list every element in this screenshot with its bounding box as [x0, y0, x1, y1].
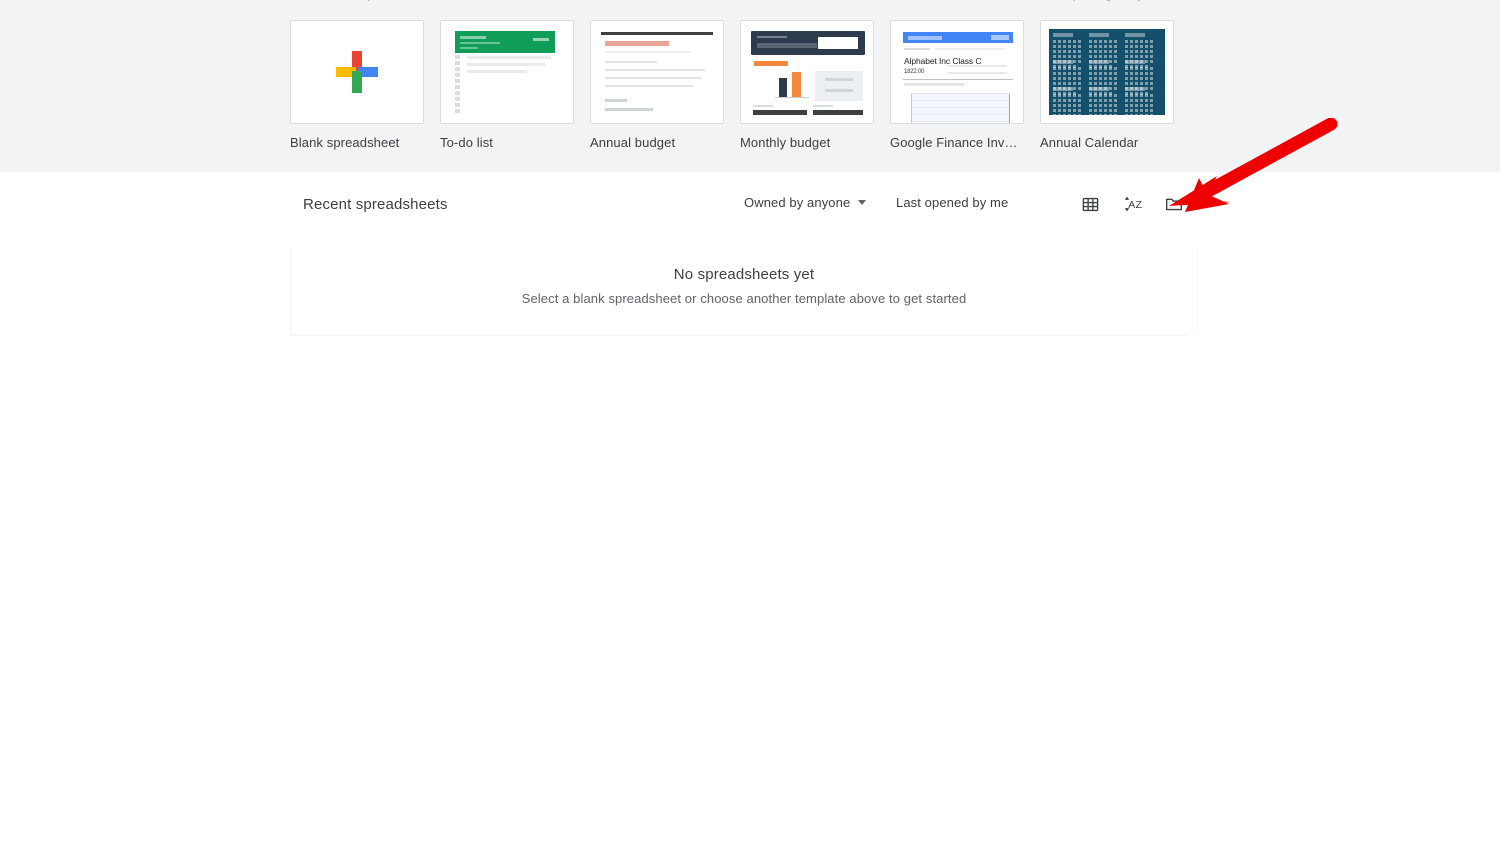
template-gallery-label[interactable]: Template gallery — [1048, 0, 1144, 1]
calendar-month-block — [1125, 60, 1157, 95]
todo-header-block — [455, 31, 555, 53]
template-card-annual-calendar[interactable]: Annual Calendar — [1040, 20, 1174, 150]
grid-view-icon[interactable] — [1074, 188, 1106, 220]
template-thumbnail-annual-calendar[interactable] — [1040, 20, 1174, 124]
recent-spreadsheets-title: Recent spreadsheets — [303, 196, 448, 213]
calendar-month-title — [1053, 33, 1073, 37]
calendar-month-title — [1053, 60, 1073, 64]
template-thumbnail-blank[interactable] — [290, 20, 424, 124]
calendar-month-title — [1089, 87, 1109, 91]
monthly-budget-foot-left — [753, 105, 807, 117]
template-label: Blank spreadsheet — [290, 135, 400, 150]
calendar-month-block — [1053, 60, 1085, 95]
svg-text:Z: Z — [1136, 200, 1142, 211]
template-band: Start a new spreadsheet Template gallery — [0, 0, 1500, 172]
annual-budget-footer — [605, 99, 665, 117]
finance-header-bar — [903, 32, 1013, 43]
start-new-spreadsheet-heading: Start a new spreadsheet — [290, 0, 433, 1]
template-thumbnail-monthly-budget[interactable] — [740, 20, 874, 124]
sheets-home-screen: Start a new spreadsheet Template gallery — [0, 0, 1500, 844]
calendar-month-block — [1089, 60, 1121, 95]
view-controls: A Z — [1074, 188, 1190, 220]
calendar-month-title — [1053, 87, 1073, 91]
annual-budget-lines — [605, 61, 710, 93]
owner-filter-dropdown[interactable]: Owned by anyone — [742, 193, 868, 212]
template-label: To-do list — [440, 135, 494, 150]
template-card-blank-spreadsheet[interactable]: Blank spreadsheet — [290, 20, 424, 150]
template-card-todo-list[interactable]: To-do list — [440, 20, 574, 150]
template-card-annual-budget[interactable]: Annual budget — [590, 20, 724, 150]
template-thumbnail-todo-list[interactable] — [440, 20, 574, 124]
todo-row-lines — [467, 56, 553, 77]
template-label: Annual budget — [590, 135, 676, 150]
chevron-down-icon — [858, 200, 867, 205]
calendar-month-title — [1089, 33, 1109, 37]
more-vert-icon[interactable] — [1184, 0, 1210, 4]
calendar-month-block — [1125, 33, 1157, 68]
calendar-month-title — [1125, 87, 1145, 91]
sort-az-icon[interactable]: A Z — [1116, 188, 1148, 220]
list-bottom-divider — [290, 335, 1187, 336]
finance-chart-area — [911, 93, 1010, 123]
sort-order-label[interactable]: Last opened by me — [896, 195, 1008, 210]
template-card-monthly-budget[interactable]: Monthly budget — [740, 20, 874, 150]
calendar-month-block — [1053, 33, 1085, 68]
template-gallery-controls: Template gallery — [1048, 0, 1210, 4]
template-thumbnail-annual-budget[interactable] — [590, 20, 724, 124]
calendar-month-title — [1125, 60, 1145, 64]
calendar-day-dots — [1125, 94, 1157, 122]
calendar-month-block — [1053, 87, 1085, 122]
todo-row-rail — [455, 55, 463, 117]
template-label: Annual Calendar — [1040, 135, 1139, 150]
monthly-budget-foot-right — [813, 105, 863, 117]
template-card-google-finance[interactable]: Alphabet Inc Class C 1822.00 Google Fina… — [890, 20, 1024, 150]
folder-open-icon[interactable] — [1158, 188, 1190, 220]
plus-icon — [334, 49, 380, 95]
monthly-budget-summary-panel — [815, 71, 863, 101]
chevron-up-icon[interactable] — [1150, 0, 1168, 2]
template-thumbnail-google-finance[interactable]: Alphabet Inc Class C 1822.00 — [890, 20, 1024, 124]
owner-filter-label: Owned by anyone — [744, 195, 851, 210]
monthly-budget-header — [751, 31, 865, 55]
template-list: Blank spreadsheet To-do list Annual budg… — [290, 20, 1210, 150]
finance-price: 1822.00 — [904, 69, 925, 75]
template-label: Monthly budget — [740, 135, 831, 150]
calendar-day-dots — [1053, 94, 1085, 122]
calendar-grid — [1049, 29, 1165, 122]
calendar-month-block — [1089, 33, 1121, 68]
calendar-month-block — [1089, 87, 1121, 122]
calendar-month-title — [1125, 33, 1145, 37]
calendar-month-title — [1089, 60, 1109, 64]
template-label: Google Finance Invest... — [890, 135, 1024, 150]
monthly-budget-bar-chart — [775, 72, 809, 99]
calendar-day-dots — [1089, 94, 1121, 122]
svg-text:A: A — [1128, 200, 1135, 211]
empty-state-title: No spreadsheets yet — [673, 266, 815, 283]
empty-state-card: No spreadsheets yet Select a blank sprea… — [290, 248, 1198, 334]
recent-toolbar: Recent spreadsheets Owned by anyone Last… — [290, 186, 1198, 226]
calendar-month-block — [1125, 87, 1157, 122]
empty-state-subtitle: Select a blank spreadsheet or choose ano… — [521, 291, 967, 306]
template-band-header: Start a new spreadsheet Template gallery — [290, 0, 1210, 12]
